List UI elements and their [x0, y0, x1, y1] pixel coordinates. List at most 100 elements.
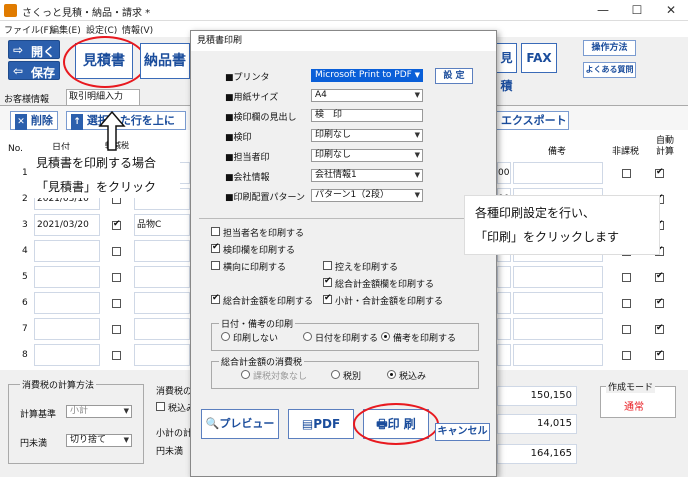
tab-customer-info[interactable]: お客様情報	[4, 92, 49, 105]
calc-basis-select[interactable]: 小計 ▼	[66, 405, 132, 418]
note-cell[interactable]	[513, 266, 603, 288]
item-cell[interactable]	[134, 266, 190, 288]
rounding-select[interactable]: 切り捨て ▼	[66, 434, 132, 447]
chevron-down-icon: ▼	[123, 436, 129, 444]
chevron-down-icon: ▼	[414, 71, 420, 79]
printer-settings-button[interactable]: 設 定	[435, 68, 473, 84]
radio-button[interactable]	[387, 370, 396, 379]
reduced-tax-checkbox[interactable]	[112, 299, 121, 308]
print-option-label: 総合計金額を印刷する	[223, 297, 314, 307]
item-cell[interactable]	[134, 344, 190, 366]
menu-edit[interactable]: 編集(E)	[50, 23, 81, 36]
setting-select[interactable]: 会社情報1 ▼	[311, 169, 423, 182]
print-option-checkbox[interactable]	[323, 276, 332, 287]
menu-file[interactable]: ファイル(F)	[4, 23, 52, 36]
tax-title: 消費税の	[156, 387, 193, 397]
close-button[interactable]: ✕	[654, 0, 688, 21]
app-icon	[4, 4, 17, 17]
setting-label: ■会社情報	[225, 173, 270, 183]
cancel-button[interactable]: キャンセル	[435, 423, 490, 441]
non-tax-checkbox[interactable]	[622, 351, 631, 360]
setting-text-input[interactable]: 検 印	[311, 109, 423, 122]
total-value-3: 164,165	[497, 444, 577, 464]
date-cell[interactable]	[34, 318, 100, 340]
print-option-label: 検印欄を印刷する	[223, 246, 296, 256]
pdf-button[interactable]: ▤PDF	[288, 409, 354, 439]
non-tax-checkbox[interactable]	[622, 299, 631, 308]
non-tax-checkbox[interactable]	[622, 169, 631, 178]
auto-calc-checkbox[interactable]	[655, 349, 664, 360]
print-option-checkbox[interactable]	[211, 261, 220, 270]
right-callout-line2: 「印刷」をクリックします	[475, 230, 620, 244]
setting-select[interactable]: A4 ▼	[311, 89, 423, 102]
reduced-tax-checkbox[interactable]	[112, 325, 121, 334]
non-tax-checkbox[interactable]	[622, 325, 631, 334]
amount-cell[interactable]	[497, 292, 511, 314]
amount-cell[interactable]	[497, 266, 511, 288]
setting-label: ■担当者印	[225, 153, 270, 163]
date-note-title: 日付・備考の印刷	[219, 317, 296, 330]
radio-button[interactable]	[331, 370, 340, 379]
minimize-button[interactable]: —	[586, 0, 620, 21]
auto-calc-checkbox[interactable]	[655, 167, 664, 178]
manual-button[interactable]: 操作方法	[583, 40, 636, 56]
setting-select[interactable]: パターン1（2段） ▼	[311, 189, 423, 202]
tax-incl-checkbox[interactable]	[156, 402, 165, 411]
date-cell[interactable]	[34, 344, 100, 366]
reduced-tax-checkbox[interactable]	[112, 273, 121, 282]
export-button[interactable]: エクスポート	[497, 111, 569, 130]
print-option-checkbox[interactable]	[211, 242, 220, 253]
item-cell[interactable]	[134, 292, 190, 314]
radio-button[interactable]	[303, 332, 312, 341]
date-cell[interactable]	[34, 240, 100, 262]
menu-settings[interactable]: 設定(C)	[86, 23, 117, 36]
date-cell[interactable]	[34, 266, 100, 288]
fax-button[interactable]: FAX	[521, 43, 557, 73]
date-cell[interactable]: 2021/03/20	[34, 214, 100, 236]
save-button[interactable]: ⇦ 保存	[8, 61, 60, 80]
print-option-label: 控えを印刷する	[335, 263, 399, 273]
delivery-button[interactable]: 納品書	[140, 43, 190, 79]
setting-label: ■印刷配置パターン	[225, 193, 306, 203]
reduced-tax-checkbox[interactable]	[112, 351, 121, 360]
maximize-button[interactable]: ☐	[620, 0, 654, 21]
setting-value: Microsoft Print to PDF	[315, 70, 412, 80]
date-cell[interactable]	[34, 292, 100, 314]
print-option-checkbox[interactable]	[323, 293, 332, 304]
radio-button[interactable]	[221, 332, 230, 341]
auto-calc-checkbox[interactable]	[655, 323, 664, 334]
faq-button[interactable]: よくある質問	[583, 62, 636, 78]
print-option-checkbox[interactable]	[211, 293, 220, 304]
auto-calc-checkbox[interactable]	[655, 297, 664, 308]
arrow-up-icon: ↑	[71, 114, 83, 131]
print-option-checkbox[interactable]	[323, 261, 332, 270]
note-cell[interactable]	[513, 344, 603, 366]
radio-button[interactable]	[381, 332, 390, 341]
delete-button[interactable]: ✕ 削除	[10, 111, 58, 131]
menu-info[interactable]: 情報(V)	[122, 23, 153, 36]
print-option-checkbox[interactable]	[211, 227, 220, 236]
open-button[interactable]: ⇨ 開く	[8, 40, 60, 59]
item-cell[interactable]: 品物C	[134, 214, 190, 236]
open-icon: ⇨	[13, 43, 24, 57]
non-tax-checkbox[interactable]	[622, 273, 631, 282]
radio-button[interactable]	[241, 370, 250, 379]
setting-select[interactable]: 印刷なし ▼	[311, 129, 423, 142]
tab-transaction-details[interactable]: 取引明細入力	[66, 89, 140, 105]
item-cell[interactable]	[134, 318, 190, 340]
mode-title: 作成モード	[606, 380, 656, 393]
estimate-small-button[interactable]: 見積	[497, 43, 517, 93]
reduced-tax-checkbox[interactable]	[112, 247, 121, 256]
setting-select[interactable]: Microsoft Print to PDF ▼	[311, 69, 423, 82]
amount-cell[interactable]	[497, 344, 511, 366]
amount-cell[interactable]: 00	[497, 162, 511, 184]
item-cell[interactable]	[134, 240, 190, 262]
setting-select[interactable]: 印刷なし ▼	[311, 149, 423, 162]
note-cell[interactable]	[513, 162, 603, 184]
note-cell[interactable]	[513, 292, 603, 314]
amount-cell[interactable]	[497, 318, 511, 340]
auto-calc-checkbox[interactable]	[655, 271, 664, 282]
reduced-tax-checkbox[interactable]	[112, 219, 121, 230]
preview-button[interactable]: 🔍プレビュー	[201, 409, 279, 439]
note-cell[interactable]	[513, 318, 603, 340]
